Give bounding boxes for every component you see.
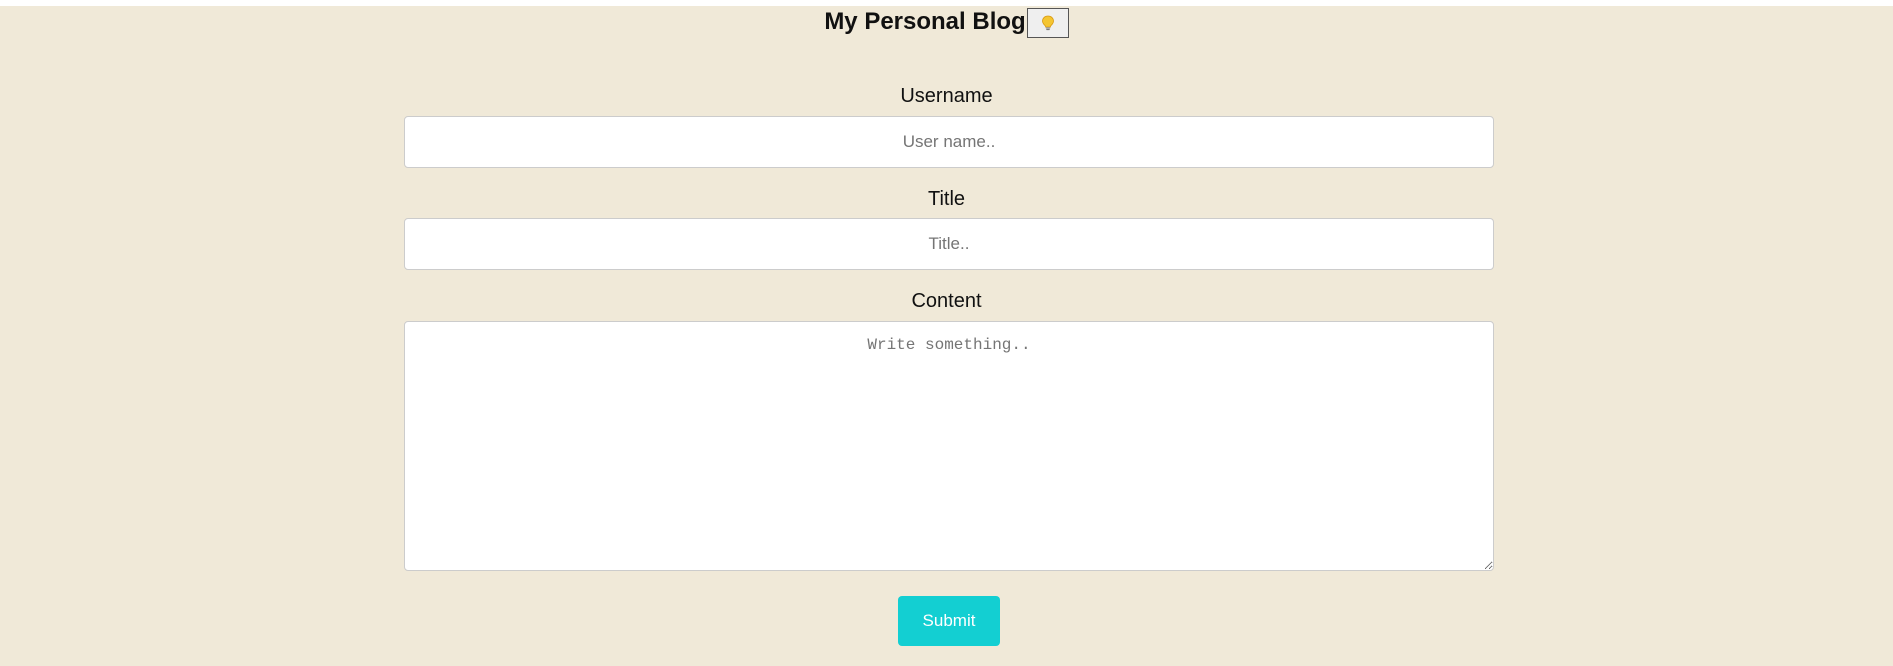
submit-button[interactable]: Submit [898,596,1000,646]
content-textarea[interactable] [404,321,1494,571]
lightbulb-icon [1041,15,1054,31]
content-label: Content [911,290,982,312]
username-input[interactable] [404,116,1494,168]
title-input[interactable] [404,218,1494,270]
username-label: Username [900,85,993,107]
title-label: Title [927,188,966,210]
theme-toggle-button[interactable] [1026,8,1069,38]
blog-title: My Personal Blog [824,8,1026,35]
blog-page: My Personal Blog Username Title Content … [0,6,1893,666]
page-header: My Personal Blog [0,6,1893,46]
